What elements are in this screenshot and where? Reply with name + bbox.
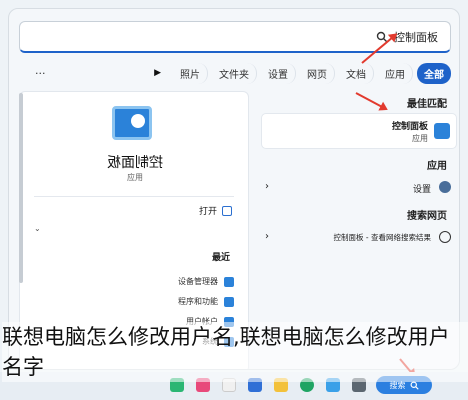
chevron-right-icon: ›	[265, 231, 269, 242]
recent-header: 最近	[211, 253, 230, 263]
search-tabs: 全部 应用 文档 网页 设置 文件夹 照片 ▶ ···	[9, 59, 459, 87]
divider	[34, 196, 234, 197]
chevron-down-icon[interactable]: ⌄	[34, 224, 41, 233]
open-icon	[222, 205, 232, 216]
control-panel-icon	[112, 106, 152, 140]
app-icon	[224, 296, 234, 307]
gear-icon	[439, 181, 451, 193]
best-match-title: 控制面板	[391, 122, 428, 132]
apps-header: 应用	[427, 161, 447, 172]
detail-subtitle: 应用	[127, 173, 143, 182]
tab-settings[interactable]: 设置	[261, 62, 296, 84]
best-match-item[interactable]: 控制面板 应用	[261, 113, 457, 149]
tab-all[interactable]: 全部	[417, 62, 451, 84]
settings-result[interactable]: › 设置	[261, 177, 457, 199]
open-button[interactable]: 打开	[199, 204, 232, 217]
app-icon	[224, 276, 234, 287]
detail-title: 控制面板	[107, 155, 163, 171]
play-icon[interactable]: ▶	[154, 68, 161, 78]
web-header: 搜索网页	[407, 211, 447, 222]
open-label: 打开	[198, 207, 217, 217]
control-panel-icon	[434, 123, 450, 139]
web-result[interactable]: › 控制面板 - 查看网络搜索结果	[261, 227, 457, 249]
search-panel: 控制面板 全部 应用 文档 网页 设置 文件夹 照片 ▶ ··· 控制面板 应用…	[8, 8, 460, 370]
chevron-right-icon: ›	[265, 181, 269, 192]
best-match-subtitle: 应用	[412, 134, 428, 143]
more-options-button[interactable]: ···	[35, 67, 46, 80]
tab-web[interactable]: 网页	[300, 62, 335, 84]
tab-folders[interactable]: 文件夹	[212, 62, 257, 84]
scrollbar[interactable]	[19, 93, 23, 283]
article-title-overlay: 联想电脑怎么修改用户名,联想电脑怎么修改用户名字	[2, 322, 468, 382]
recent-item[interactable]: 设备管理器	[178, 276, 234, 287]
tab-photos[interactable]: 照片	[173, 62, 208, 84]
recent-item[interactable]: 程序和功能	[178, 296, 234, 307]
search-input[interactable]: 控制面板	[19, 21, 451, 53]
search-icon	[439, 231, 451, 243]
best-match-header: 最佳匹配	[407, 99, 447, 110]
tab-apps[interactable]: 应用	[378, 62, 413, 84]
tab-documents[interactable]: 文档	[339, 62, 374, 84]
